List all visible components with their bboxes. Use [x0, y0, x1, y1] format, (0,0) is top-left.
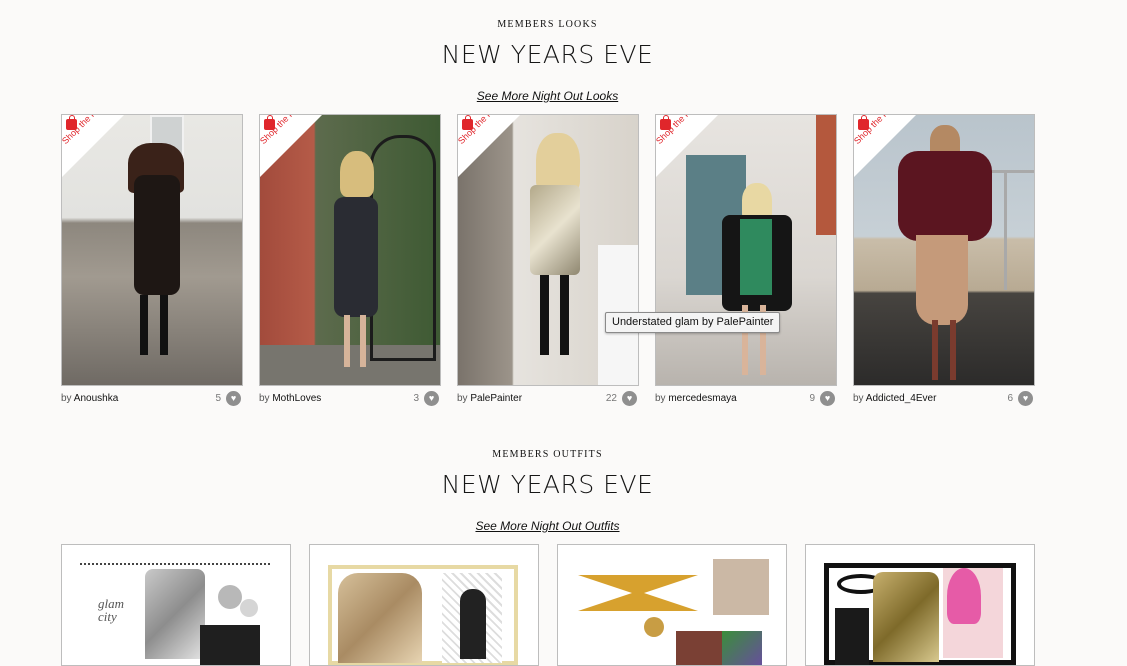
author-link[interactable]: Addicted_4Ever	[866, 393, 937, 404]
like-count: 9	[809, 393, 815, 404]
outfits-kicker: MEMBERS OUTFITS	[492, 449, 603, 460]
author-link[interactable]: Anoushka	[74, 393, 118, 404]
see-more-outfits-link[interactable]: See More Night Out Outfits	[0, 519, 1095, 533]
heart-icon[interactable]: ♥	[1018, 391, 1033, 406]
look-card[interactable]: Shop the look by mercedesmaya 9 ♥	[655, 114, 837, 411]
heart-icon[interactable]: ♥	[424, 391, 439, 406]
look-author: by Addicted_4Ever	[853, 393, 936, 404]
tooltip: Understated glam by PalePainter	[605, 312, 781, 333]
look-photo[interactable]: Shop the look	[61, 114, 243, 386]
look-author: by MothLoves	[259, 393, 321, 404]
by-label: by	[259, 393, 270, 404]
outfit-card[interactable]: glam city	[61, 544, 291, 666]
author-link[interactable]: MothLoves	[272, 393, 321, 404]
looks-kicker: MEMBERS LOOKS	[497, 19, 598, 30]
author-link[interactable]: mercedesmaya	[668, 393, 736, 404]
see-more-looks-link[interactable]: See More Night Out Looks	[0, 89, 1095, 103]
look-author: by PalePainter	[457, 393, 522, 404]
heart-icon[interactable]: ♥	[820, 391, 835, 406]
look-photo[interactable]: Shop the look	[457, 114, 639, 386]
look-photo[interactable]: Shop the look	[259, 114, 441, 386]
look-card[interactable]: Shop the look by Anoushka 5 ♥	[61, 114, 243, 411]
outfit-card[interactable]	[557, 544, 787, 666]
looks-title: NEW YEARS EVE	[441, 40, 654, 69]
like-count: 6	[1007, 393, 1013, 404]
heart-icon[interactable]: ♥	[622, 391, 637, 406]
look-card[interactable]: Shop the look by Addicted_4Ever 6 ♥	[853, 114, 1035, 411]
look-photo[interactable]: Shop the look	[655, 114, 837, 386]
like-count: 22	[605, 393, 617, 404]
look-card[interactable]: Shop the look by MothLoves 3 ♥	[259, 114, 441, 411]
by-label: by	[853, 393, 864, 404]
look-photo[interactable]: Shop the look	[853, 114, 1035, 386]
look-author: by mercedesmaya	[655, 393, 737, 404]
outfits-title: NEW YEARS EVE	[441, 470, 654, 499]
like-count: 5	[215, 393, 221, 404]
look-card[interactable]: Shop the look by PalePainter 22 ♥	[457, 114, 639, 411]
look-author: by Anoushka	[61, 393, 118, 404]
author-link[interactable]: PalePainter	[470, 393, 522, 404]
by-label: by	[655, 393, 666, 404]
outfit-image[interactable]	[576, 559, 769, 665]
outfit-image[interactable]	[824, 563, 1016, 665]
outfit-caption: glam city	[98, 596, 124, 624]
heart-icon[interactable]: ♥	[226, 391, 241, 406]
outfit-card[interactable]	[309, 544, 539, 666]
outfit-image[interactable]	[328, 565, 518, 665]
outfit-image[interactable]: glam city	[80, 563, 272, 665]
by-label: by	[61, 393, 72, 404]
like-count: 3	[413, 393, 419, 404]
outfit-card[interactable]	[805, 544, 1035, 666]
by-label: by	[457, 393, 468, 404]
